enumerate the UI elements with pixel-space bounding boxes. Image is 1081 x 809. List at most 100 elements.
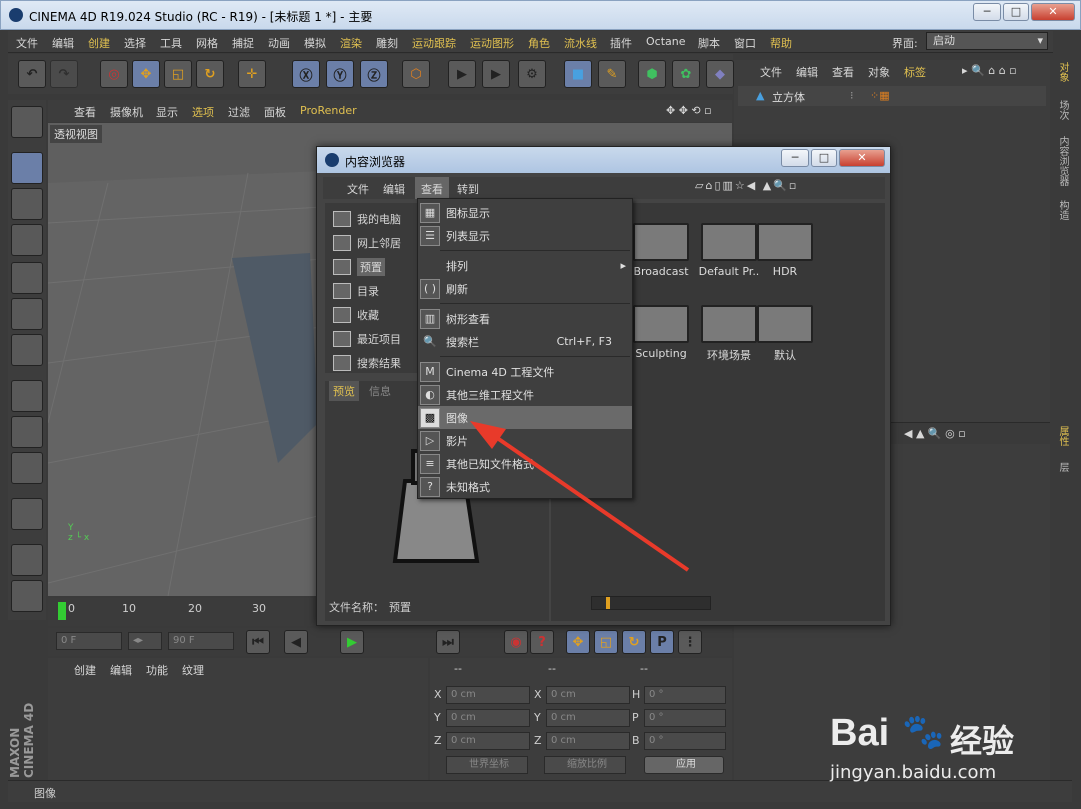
model-mode-icon[interactable]	[11, 152, 43, 184]
axis-mode-icon[interactable]	[11, 380, 43, 412]
workplane-mode-icon[interactable]	[11, 224, 43, 256]
key-rotate-icon[interactable]: ↻	[622, 630, 646, 654]
points-mode-icon[interactable]	[11, 262, 43, 294]
texture-mode-icon[interactable]	[11, 188, 43, 220]
coordinate-system-icon[interactable]: ⬡	[402, 60, 430, 88]
tree-item[interactable]: 最近项目	[333, 329, 401, 349]
layout-select[interactable]: 启动 ▾	[926, 32, 1048, 50]
size-y-field[interactable]: 0 cm	[546, 709, 630, 727]
vp-menu-view[interactable]: 查看	[74, 104, 96, 120]
tree-item[interactable]: 我的电脑	[333, 209, 401, 229]
go-start-icon[interactable]: ⏮	[246, 630, 270, 654]
menu-tools[interactable]: 工具	[160, 35, 182, 51]
rot-b-field[interactable]: 0 °	[644, 732, 726, 750]
object-row[interactable]: ▲ 立方体 ⁝ ⁘▦	[738, 86, 1046, 106]
scale-select[interactable]: 缩放比例	[544, 756, 626, 774]
obj-toolbar-icons[interactable]: ▸ 🔍 ⌂ ⌂ ▫	[962, 64, 1017, 77]
menu-snap[interactable]: 捕捉	[232, 35, 254, 51]
tab-layers[interactable]: 层	[1052, 462, 1070, 472]
zoom-slider-handle[interactable]	[606, 597, 610, 609]
deformer-icon[interactable]: ◆	[706, 60, 734, 88]
cube-icon[interactable]: ■	[564, 60, 592, 88]
tree-item[interactable]: 目录	[333, 281, 379, 301]
obj-menu-tags[interactable]: 标签	[904, 64, 926, 80]
folder-lock-icon[interactable]	[757, 223, 813, 261]
viewport-nav-icons[interactable]: ✥ ✥ ⟲ ▫	[666, 104, 712, 117]
tree-item[interactable]: 搜索结果	[333, 353, 401, 373]
folder-lock-icon[interactable]	[633, 305, 689, 343]
key-move-icon[interactable]: ✥	[566, 630, 590, 654]
menu-item-list-view[interactable]: ☰ 列表显示	[418, 224, 632, 247]
mat-menu-create[interactable]: 创建	[74, 662, 96, 678]
menu-create[interactable]: 创建	[88, 35, 110, 51]
autokey-icon[interactable]: ?	[530, 630, 554, 654]
cloner-icon[interactable]: ✿	[672, 60, 700, 88]
minimize-button[interactable]: ─	[973, 3, 1001, 21]
vp-menu-display[interactable]: 显示	[156, 104, 178, 120]
close-button[interactable]: ✕	[1031, 3, 1075, 21]
start-frame-field[interactable]: 0 F	[56, 632, 122, 650]
frame-stepper[interactable]: ◂▸	[128, 632, 162, 650]
menu-item-c4d-files[interactable]: M Cinema 4D 工程文件	[418, 360, 632, 383]
cb-toolbar-icons[interactable]: ▱⌂▯▥☆◀ ▲🔍▫	[695, 179, 798, 192]
rot-h-field[interactable]: 0 °	[644, 686, 726, 704]
x-axis-icon[interactable]: Ⓧ	[292, 60, 320, 88]
cb-menu-goto[interactable]: 转到	[457, 181, 479, 197]
render-picture-viewer-icon[interactable]: ▶	[482, 60, 510, 88]
menu-item-tree-view[interactable]: ▥ 树形查看	[418, 307, 632, 330]
end-frame-field[interactable]: 90 F	[168, 632, 234, 650]
menu-simulate[interactable]: 模拟	[304, 35, 326, 51]
snap-icon[interactable]	[11, 452, 43, 484]
prev-key-icon[interactable]: ◀	[284, 630, 308, 654]
y-axis-icon[interactable]: Ⓨ	[326, 60, 354, 88]
mat-menu-function[interactable]: 功能	[146, 662, 168, 678]
folder-icon[interactable]	[757, 305, 813, 343]
menu-animate[interactable]: 动画	[268, 35, 290, 51]
menu-sculpt[interactable]: 雕刻	[376, 35, 398, 51]
menu-item-arrange[interactable]: 排列 ▸	[418, 254, 632, 277]
tab-takes[interactable]: 场次	[1052, 100, 1070, 120]
vp-menu-prorender[interactable]: ProRender	[300, 104, 357, 117]
menu-character[interactable]: 角色	[528, 35, 550, 51]
obj-menu-file[interactable]: 文件	[760, 64, 782, 80]
menu-file[interactable]: 文件	[16, 35, 38, 51]
z-axis-icon[interactable]: Ⓩ	[360, 60, 388, 88]
menu-script[interactable]: 脚本	[698, 35, 720, 51]
tab-objects[interactable]: 对象	[1052, 62, 1070, 82]
workplane-align-icon[interactable]	[11, 580, 43, 612]
transform-tool-icon[interactable]: ✛	[238, 60, 266, 88]
obj-menu-edit[interactable]: 编辑	[796, 64, 818, 80]
tab-preview[interactable]: 预览	[329, 381, 359, 401]
pos-y-field[interactable]: 0 cm	[446, 709, 530, 727]
render-settings-icon[interactable]: ⚙	[518, 60, 546, 88]
menu-window[interactable]: 窗口	[734, 35, 756, 51]
vp-menu-panel[interactable]: 面板	[264, 104, 286, 120]
scale-tool-icon[interactable]: ◱	[164, 60, 192, 88]
key-param-icon[interactable]: P	[650, 630, 674, 654]
rot-p-field[interactable]: 0 °	[644, 709, 726, 727]
play-icon[interactable]: ▶	[340, 630, 364, 654]
mat-menu-edit[interactable]: 编辑	[110, 662, 132, 678]
menu-item-other-3d[interactable]: ◐ 其他三维工程文件	[418, 383, 632, 406]
menu-item-icon-view[interactable]: ▦ 图标显示	[418, 201, 632, 224]
menu-item-refresh[interactable]: ( ) 刷新	[418, 277, 632, 300]
folder-lock-icon[interactable]	[701, 223, 757, 261]
key-pla-icon[interactable]: ⋮	[678, 630, 702, 654]
menu-plugins[interactable]: 插件	[610, 35, 632, 51]
obj-menu-object[interactable]: 对象	[868, 64, 890, 80]
key-scale-icon[interactable]: ◱	[594, 630, 618, 654]
menu-help[interactable]: 帮助	[770, 35, 792, 51]
menu-item-search-bar[interactable]: 🔍 搜索栏 Ctrl+F, F3	[418, 330, 632, 353]
edges-mode-icon[interactable]	[11, 298, 43, 330]
polygons-mode-icon[interactable]	[11, 334, 43, 366]
rotate-tool-icon[interactable]: ↻	[196, 60, 224, 88]
vp-menu-camera[interactable]: 摄像机	[110, 104, 143, 120]
maximize-button[interactable]: □	[1003, 3, 1029, 21]
tweak-mode-icon[interactable]	[11, 416, 43, 448]
workplane-lock-icon[interactable]	[11, 544, 43, 576]
apply-button[interactable]: 应用	[644, 756, 724, 774]
folder-lock-icon[interactable]	[701, 305, 757, 343]
redo-icon[interactable]: ↷	[50, 60, 78, 88]
menu-select[interactable]: 选择	[124, 35, 146, 51]
menu-octane[interactable]: Octane	[646, 35, 686, 48]
